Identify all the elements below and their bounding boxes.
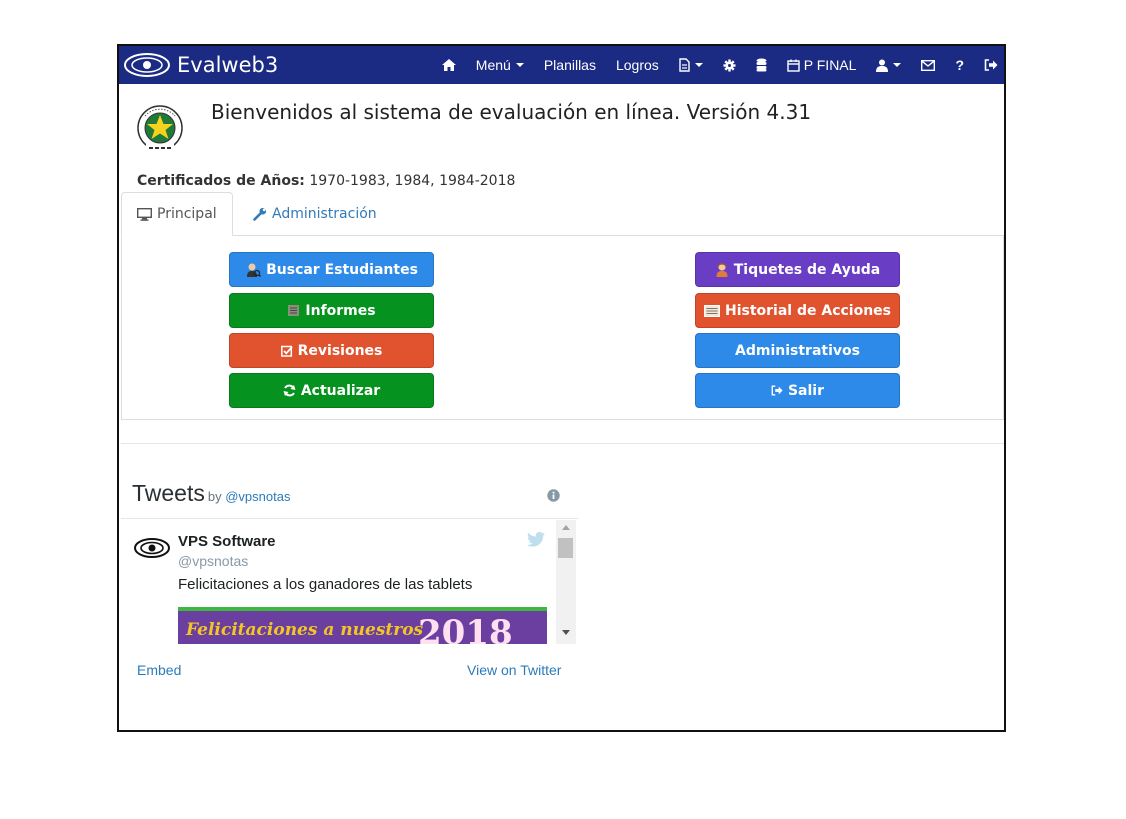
nav-planillas[interactable]: Planillas bbox=[544, 57, 596, 73]
logout-button[interactable] bbox=[984, 59, 998, 71]
informes-label: Informes bbox=[305, 302, 376, 319]
tweet-author-name[interactable]: VPS Software bbox=[178, 533, 276, 550]
buscar-estudiantes-label: Buscar Estudiantes bbox=[266, 261, 418, 278]
tweet-image-year: 2018 bbox=[418, 613, 513, 644]
tab-administracion-label: Administración bbox=[272, 206, 377, 222]
view-on-twitter-link[interactable]: View on Twitter bbox=[467, 662, 561, 678]
twitter-bird-icon[interactable] bbox=[527, 532, 545, 547]
tweet-image[interactable]: Felicitaciones a nuestros 2018 bbox=[178, 607, 547, 644]
nav-logros[interactable]: Logros bbox=[616, 57, 659, 73]
scroll-thumb[interactable] bbox=[558, 538, 573, 558]
chevron-down-icon bbox=[893, 63, 902, 67]
scroll-down-icon[interactable] bbox=[562, 630, 570, 635]
tweets-handle-link[interactable]: @vpsnotas bbox=[225, 489, 290, 504]
user-icon bbox=[876, 59, 889, 72]
salir-button[interactable]: Salir bbox=[695, 373, 900, 408]
administrativos-button[interactable]: Administrativos bbox=[695, 333, 900, 368]
calendar-icon bbox=[787, 59, 800, 72]
info-icon[interactable] bbox=[547, 489, 560, 502]
user-dropdown[interactable] bbox=[876, 59, 902, 72]
salir-label: Salir bbox=[787, 382, 825, 399]
home-button[interactable] bbox=[441, 59, 456, 71]
scroll-up-icon[interactable] bbox=[562, 525, 570, 530]
menu-label: Menú bbox=[475, 57, 511, 73]
monitor-icon bbox=[137, 207, 152, 221]
tiquetes-ayuda-button[interactable]: Tiquetes de Ayuda bbox=[695, 252, 900, 287]
database-icon bbox=[756, 58, 767, 72]
divider bbox=[121, 443, 1004, 444]
brand[interactable]: Evalweb3 bbox=[123, 50, 278, 80]
tab-administracion[interactable]: Administración bbox=[253, 192, 377, 236]
tweets-title: Tweets bbox=[132, 480, 205, 506]
actualizar-button[interactable]: Actualizar bbox=[229, 373, 434, 408]
chevron-down-icon bbox=[515, 63, 524, 67]
report-icon bbox=[288, 305, 300, 316]
certificates-value: 1970-1983, 1984, 1984-2018 bbox=[309, 173, 516, 189]
student-search-icon bbox=[247, 263, 262, 277]
tab-principal-label: Principal bbox=[157, 206, 217, 222]
tweets-by: by bbox=[207, 489, 222, 504]
document-icon bbox=[679, 58, 690, 72]
informes-button[interactable]: Informes bbox=[229, 293, 434, 328]
period-selector[interactable]: P FINAL bbox=[787, 57, 857, 73]
refresh-icon bbox=[283, 384, 296, 397]
sign-out-icon bbox=[771, 385, 783, 396]
tweet-image-caption: Felicitaciones a nuestros bbox=[186, 620, 424, 640]
tab-principal[interactable]: Principal bbox=[121, 192, 233, 236]
envelope-icon bbox=[921, 59, 936, 71]
revisiones-button[interactable]: Revisiones bbox=[229, 333, 434, 368]
period-label: P FINAL bbox=[803, 57, 857, 73]
actualizar-label: Actualizar bbox=[300, 382, 381, 399]
app-window: Evalweb3 Menú Planillas Logros P FINAL ?… bbox=[117, 44, 1006, 732]
checkbox-edit-icon bbox=[280, 345, 293, 357]
certificates-line: Certificados de Años: 1970-1983, 1984, 1… bbox=[137, 173, 515, 189]
tab-bar: Principal Administración bbox=[121, 192, 1004, 236]
tweet-text: Felicitaciones a los ganadores de las ta… bbox=[178, 576, 473, 593]
database-button[interactable] bbox=[756, 58, 767, 72]
tweet-timeline[interactable]: VPS Software @vpsnotas Felicitaciones a … bbox=[121, 518, 578, 644]
documents-dropdown[interactable] bbox=[679, 58, 703, 72]
app-title: Evalweb3 bbox=[177, 53, 279, 77]
chevron-down-icon bbox=[694, 63, 703, 67]
help-button[interactable]: ? bbox=[955, 57, 964, 73]
administrativos-label: Administrativos bbox=[735, 342, 860, 359]
school-seal-logo bbox=[137, 105, 183, 153]
vps-avatar-icon bbox=[133, 537, 171, 559]
tweets-heading: Tweets by @vpsnotas bbox=[132, 480, 290, 507]
menu-dropdown[interactable]: Menú bbox=[476, 57, 524, 73]
top-navbar: Evalweb3 Menú Planillas Logros P FINAL ? bbox=[119, 46, 1004, 84]
tiquetes-ayuda-label: Tiquetes de Ayuda bbox=[733, 261, 881, 278]
historial-acciones-label: Historial de Acciones bbox=[724, 302, 892, 319]
eye-logo-icon bbox=[124, 53, 170, 77]
list-icon bbox=[703, 304, 720, 317]
welcome-heading: Bienvenidos al sistema de evaluación en … bbox=[211, 100, 812, 124]
home-icon bbox=[441, 59, 456, 71]
help-label: ? bbox=[955, 57, 964, 73]
embed-link[interactable]: Embed bbox=[137, 662, 181, 678]
timeline-scrollbar[interactable] bbox=[556, 520, 576, 644]
mail-button[interactable] bbox=[921, 59, 936, 71]
settings-button[interactable] bbox=[723, 58, 736, 72]
certificates-label: Certificados de Años: bbox=[137, 173, 305, 189]
gear-icon bbox=[723, 58, 736, 72]
buscar-estudiantes-button[interactable]: Buscar Estudiantes bbox=[229, 252, 434, 287]
wrench-icon bbox=[253, 207, 267, 221]
tweet-author-username[interactable]: @vpsnotas bbox=[178, 553, 248, 569]
revisiones-label: Revisiones bbox=[297, 342, 383, 359]
sign-out-icon bbox=[984, 59, 998, 71]
historial-acciones-button[interactable]: Historial de Acciones bbox=[695, 293, 900, 328]
support-agent-icon bbox=[716, 262, 728, 277]
